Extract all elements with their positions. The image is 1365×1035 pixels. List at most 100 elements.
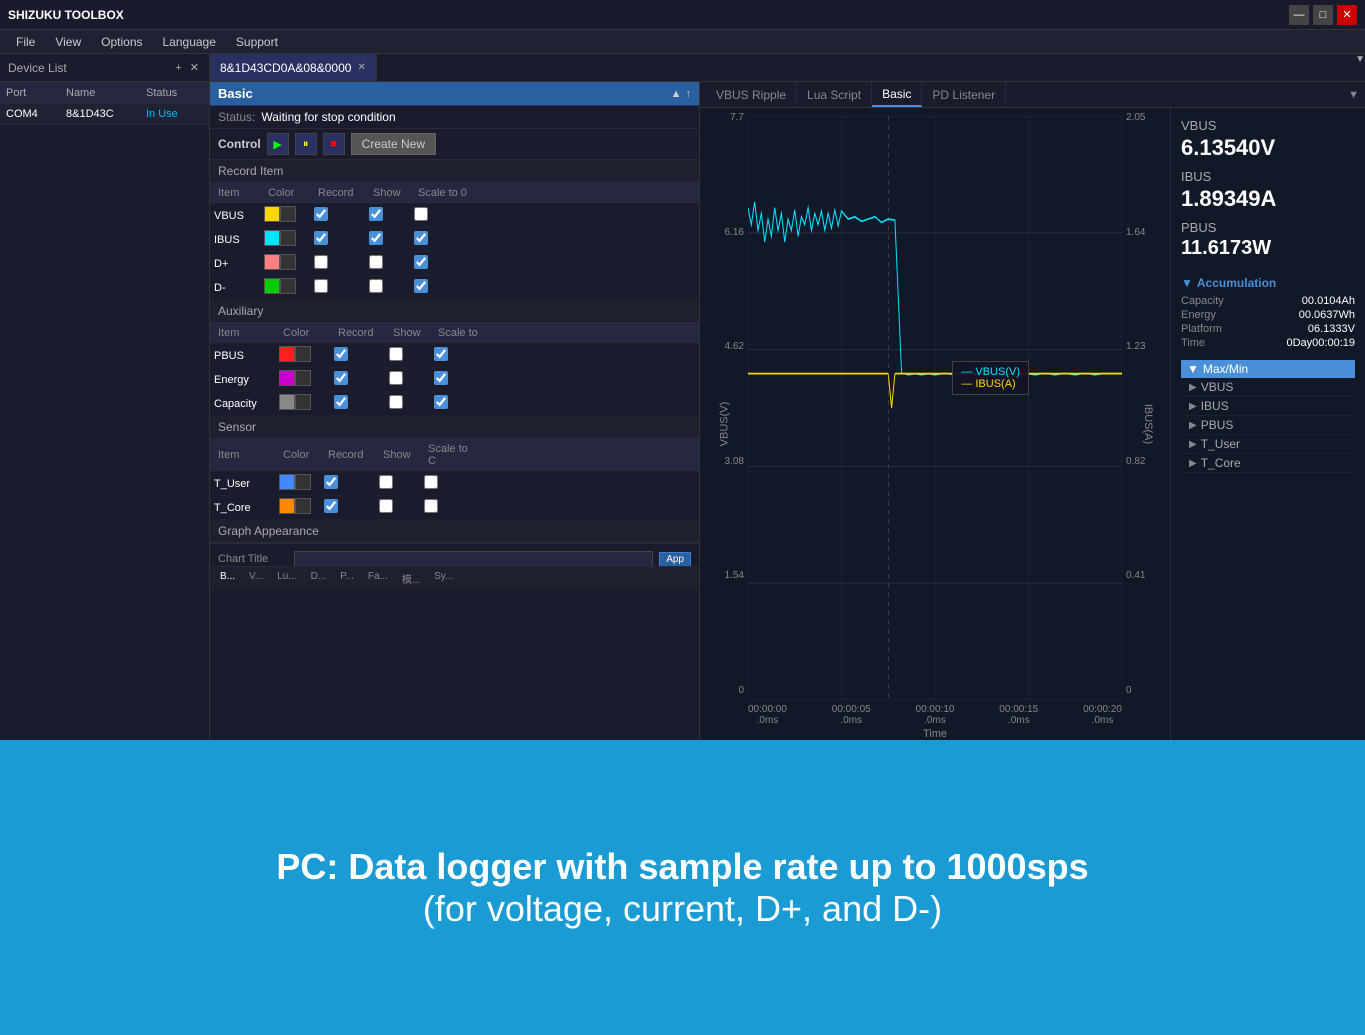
bottom-tab-fa[interactable]: Fa... <box>362 569 394 588</box>
energy-color-swatch[interactable] <box>279 370 295 386</box>
bottom-tab-d[interactable]: D... <box>305 569 333 588</box>
maxmin-pbus[interactable]: ▶ PBUS <box>1181 416 1355 435</box>
capacity-color-swatch[interactable] <box>279 394 295 410</box>
maxmin-header[interactable]: ▼ Max/Min <box>1181 360 1355 378</box>
stop-button[interactable]: ■ <box>323 133 345 155</box>
app-container: Device List + ✕ 8&1D43CD0A&08&0000 ✕ ▼ P… <box>0 54 1365 740</box>
vbus-show-checkbox[interactable] <box>369 207 383 221</box>
pbus-scale-checkbox[interactable] <box>434 347 448 361</box>
tab-expand-btn[interactable]: ▼ <box>1355 54 1365 81</box>
status-value: Waiting for stop condition <box>261 110 395 124</box>
dplus-record-checkbox[interactable] <box>314 255 328 269</box>
chart-svg <box>748 116 1122 700</box>
bottom-tab-lu[interactable]: Lu... <box>271 569 302 588</box>
dplus-scale-checkbox[interactable] <box>414 255 428 269</box>
dplus-color-swatch[interactable] <box>264 254 280 270</box>
chart-tab-expand-btn[interactable]: ▼ <box>1348 82 1359 107</box>
vbus-record-checkbox[interactable] <box>314 207 328 221</box>
chart-tab-pd-listener[interactable]: PD Listener <box>922 82 1006 107</box>
maxmin-ibus-label: IBUS <box>1201 399 1229 413</box>
minimize-button[interactable]: — <box>1289 5 1309 25</box>
tuser-color-dark[interactable] <box>295 474 311 490</box>
energy-color-dark[interactable] <box>295 370 311 386</box>
energy-scale-checkbox[interactable] <box>434 371 448 385</box>
panel-expand-btn[interactable]: ▲ <box>671 88 682 100</box>
panel-scroll[interactable]: Status: Waiting for stop condition Contr… <box>210 106 699 566</box>
ibus-scale-checkbox[interactable] <box>414 231 428 245</box>
chart-tab-lua-script[interactable]: Lua Script <box>797 82 872 107</box>
create-new-button[interactable]: Create New <box>351 133 436 155</box>
maxmin-tuser[interactable]: ▶ T_User <box>1181 435 1355 454</box>
maxmin-ibus[interactable]: ▶ IBUS <box>1181 397 1355 416</box>
energy-show-checkbox[interactable] <box>389 371 403 385</box>
tcore-show-checkbox[interactable] <box>379 499 393 513</box>
chart-content: 7.7 6.16 4.62 3.08 1.54 0 2.05 1.64 1.23… <box>700 108 1365 740</box>
menu-language[interactable]: Language <box>153 30 226 53</box>
bottom-tab-v[interactable]: V... <box>243 569 269 588</box>
tuser-show-checkbox[interactable] <box>379 475 393 489</box>
dplus-show-checkbox[interactable] <box>369 255 383 269</box>
pbus-color-swatch[interactable] <box>279 346 295 362</box>
menu-support[interactable]: Support <box>226 30 288 53</box>
vbus-color-swatch[interactable] <box>264 206 280 222</box>
chart-tab-basic[interactable]: Basic <box>872 82 922 107</box>
close-button[interactable]: ✕ <box>1337 5 1357 25</box>
menu-bar: File View Options Language Support <box>0 30 1365 54</box>
record-row-vbus: VBUS <box>210 204 699 228</box>
menu-options[interactable]: Options <box>91 30 152 53</box>
col-record: Record <box>314 185 369 201</box>
dminus-scale-checkbox[interactable] <box>414 279 428 293</box>
device-row[interactable]: COM4 8&1D43C In Use <box>0 104 209 125</box>
bottom-tab-sy[interactable]: Sy... <box>428 569 459 588</box>
dplus-color-dark[interactable] <box>280 254 296 270</box>
maxmin-tcore[interactable]: ▶ T_Core <box>1181 454 1355 473</box>
menu-file[interactable]: File <box>6 30 45 53</box>
pbus-color-dark[interactable] <box>295 346 311 362</box>
vbus-color-dark[interactable] <box>280 206 296 222</box>
bottom-tab-p[interactable]: P... <box>334 569 360 588</box>
maximize-button[interactable]: □ <box>1313 5 1333 25</box>
bottom-tab-b[interactable]: B... <box>214 569 241 588</box>
chart-tab-vbus-ripple[interactable]: VBUS Ripple <box>706 82 797 107</box>
ibus-color-dark[interactable] <box>280 230 296 246</box>
dminus-color-dark[interactable] <box>280 278 296 294</box>
vbus-scale-checkbox[interactable] <box>414 207 428 221</box>
x-label-0: 00:00:00 .0ms <box>748 704 787 726</box>
sidebar-col-status: Status <box>140 85 210 101</box>
record-row-dplus: D+ <box>210 252 699 276</box>
tuser-scale-checkbox[interactable] <box>424 475 438 489</box>
ibus-show-checkbox[interactable] <box>369 231 383 245</box>
panel-scroll-up-btn[interactable]: ↑ <box>686 88 692 100</box>
pbus-show-checkbox[interactable] <box>389 347 403 361</box>
tuser-record-checkbox[interactable] <box>324 475 338 489</box>
y-right-0: 0 <box>1126 685 1132 696</box>
tcore-record-checkbox[interactable] <box>324 499 338 513</box>
bottom-tab-mo[interactable]: 模... <box>396 569 426 588</box>
device-list-add-btn[interactable]: + <box>173 60 183 76</box>
accumulation-collapse-icon[interactable]: ▼ <box>1181 276 1193 290</box>
energy-record-checkbox[interactable] <box>334 371 348 385</box>
device-list-close-btn[interactable]: ✕ <box>188 59 201 76</box>
menu-view[interactable]: View <box>45 30 91 53</box>
capacity-show-checkbox[interactable] <box>389 395 403 409</box>
pause-button[interactable]: ⏸ <box>295 133 317 155</box>
tcore-color-swatch[interactable] <box>279 498 295 514</box>
capacity-color-dark[interactable] <box>295 394 311 410</box>
chart-title-apply-btn[interactable]: App <box>659 552 691 567</box>
capacity-record-checkbox[interactable] <box>334 395 348 409</box>
ibus-color-swatch[interactable] <box>264 230 280 246</box>
dminus-color-swatch[interactable] <box>264 278 280 294</box>
active-tab[interactable]: 8&1D43CD0A&08&0000 ✕ <box>210 54 377 81</box>
tuser-color-swatch[interactable] <box>279 474 295 490</box>
dminus-show-checkbox[interactable] <box>369 279 383 293</box>
tcore-scale-checkbox[interactable] <box>424 499 438 513</box>
play-button[interactable]: ▶ <box>267 133 289 155</box>
maxmin-vbus[interactable]: ▶ VBUS <box>1181 378 1355 397</box>
tab-close-btn[interactable]: ✕ <box>357 62 365 73</box>
pbus-record-checkbox[interactable] <box>334 347 348 361</box>
ibus-record-checkbox[interactable] <box>314 231 328 245</box>
chart-title-input[interactable] <box>294 551 653 566</box>
capacity-scale-checkbox[interactable] <box>434 395 448 409</box>
dminus-record-checkbox[interactable] <box>314 279 328 293</box>
tcore-color-dark[interactable] <box>295 498 311 514</box>
